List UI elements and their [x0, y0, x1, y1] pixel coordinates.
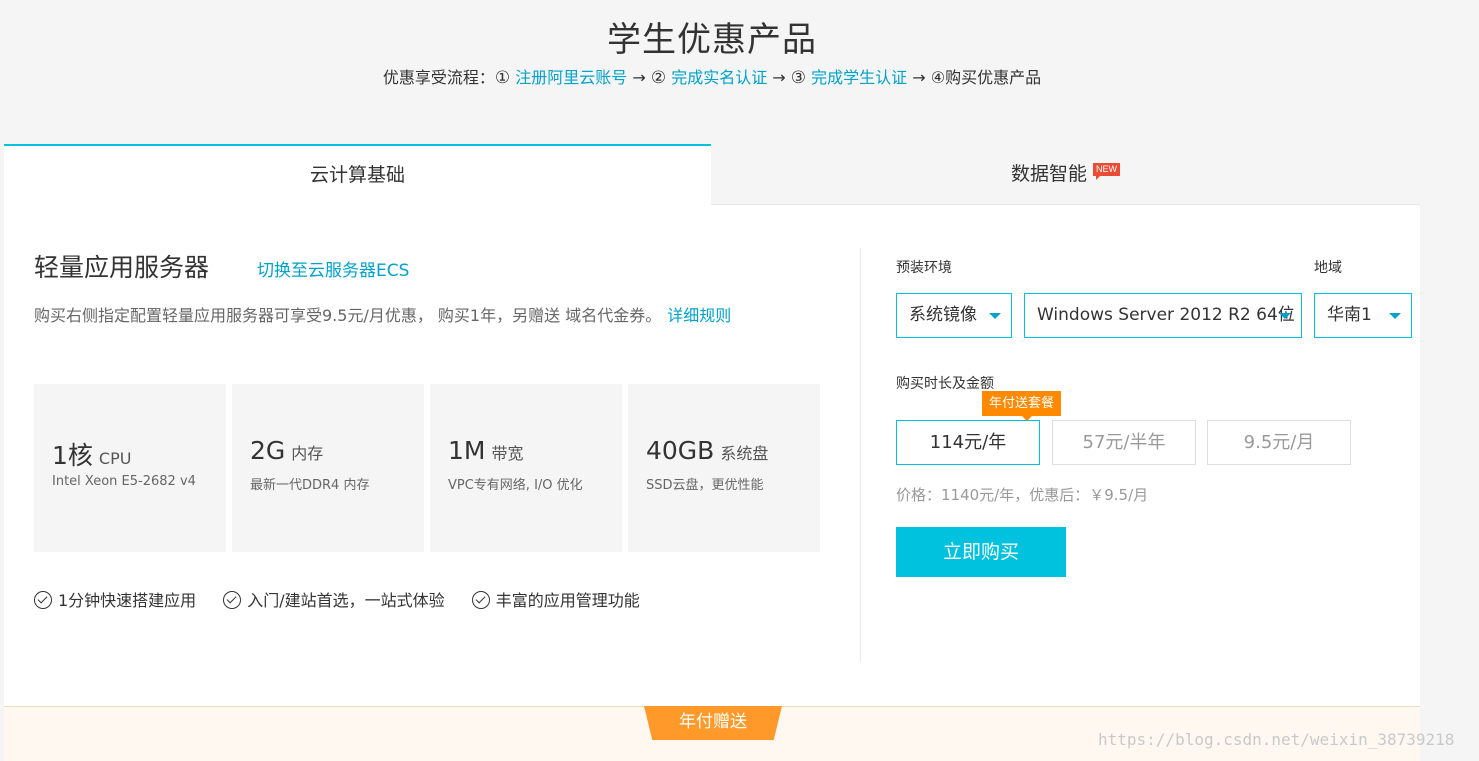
spec-value: 1M — [448, 436, 486, 465]
select-value: 系统镜像 — [909, 305, 977, 325]
tab-data-intelligence[interactable]: 数据智能 NEW — [711, 144, 1420, 205]
promotion-flow: 优惠享受流程：① 注册阿里云账号 → ② 完成实名认证 → ③ 完成学生认证 →… — [0, 64, 1424, 88]
caret-down-icon — [1389, 313, 1401, 319]
product-description: 购买右侧指定配置轻量应用服务器可享受9.5元/月优惠， 购买1年，另赠送 域名代… — [34, 302, 731, 326]
select-value: 华南1 — [1327, 305, 1372, 325]
caret-down-icon — [989, 313, 1001, 319]
region-label: 地域 — [1314, 260, 1342, 276]
annual-gift-ribbon: 年付赠送 — [644, 706, 782, 740]
flow-prefix: 优惠享受流程： — [382, 68, 495, 87]
rules-link[interactable]: 详细规则 — [667, 306, 731, 325]
flow-step3-link[interactable]: 完成学生认证 — [811, 68, 907, 87]
check-circle-icon — [471, 591, 490, 609]
spec-card-cpu: 1核 CPU Intel Xeon E5-2682 v4 — [34, 384, 226, 552]
feature-text: 1分钟快速搭建应用 — [58, 591, 197, 610]
option-monthly[interactable]: 9.5元/月 — [1207, 420, 1351, 465]
page: 学生优惠产品 优惠享受流程：① 注册阿里云账号 → ② 完成实名认证 → ③ 完… — [0, 0, 1479, 761]
spec-detail: VPC专有网络, I/O 优化 — [448, 478, 583, 493]
feature-item: 1分钟快速搭建应用 — [34, 587, 196, 611]
switch-to-ecs-link[interactable]: 切换至云服务器ECS — [257, 256, 409, 281]
flow-step4-text: ④购买优惠产品 — [930, 68, 1042, 87]
watermark: https://blog.csdn.net/weixin_38739218 — [1098, 730, 1455, 749]
feature-item: 丰富的应用管理功能 — [471, 587, 640, 611]
buy-now-button[interactable]: 立即购买 — [896, 527, 1066, 577]
region-select[interactable]: 华南1 — [1314, 293, 1412, 338]
spec-detail: SSD云盘，更优性能 — [646, 478, 764, 493]
os-select[interactable]: Windows Server 2012 R2 64位 — [1024, 293, 1302, 338]
vertical-divider — [860, 248, 861, 662]
page-title: 学生优惠产品 — [607, 20, 817, 60]
option-half-year[interactable]: 57元/半年 — [1052, 420, 1196, 465]
feature-item: 入门/建站首选，一站式体验 — [223, 587, 445, 611]
feature-text: 丰富的应用管理功能 — [495, 591, 640, 610]
duration-label: 购买时长及金额 — [896, 376, 994, 392]
spec-value: 40GB — [646, 436, 715, 465]
promo-badge: 年付送套餐 — [982, 391, 1062, 421]
env-type-select[interactable]: 系统镜像 — [896, 293, 1012, 338]
flow-step2-number: ② — [650, 68, 667, 88]
tab-bar: 云计算基础 数据智能 NEW — [4, 144, 1420, 205]
spec-unit: 内存 — [291, 444, 324, 463]
flow-arrow-icon: → — [912, 68, 926, 87]
description-text: 购买右侧指定配置轻量应用服务器可享受9.5元/月优惠， 购买1年，另赠送 域名代… — [34, 306, 662, 325]
spec-value: 2G — [250, 436, 286, 465]
tab-label: 云计算基础 — [309, 164, 405, 186]
spec-card-disk: 40GB 系统盘 SSD云盘，更优性能 — [628, 384, 820, 552]
spec-unit: 系统盘 — [720, 444, 769, 463]
price-summary: 价格：1140元/年，优惠后：￥9.5/月 — [896, 486, 1149, 504]
tab-cloud-computing[interactable]: 云计算基础 — [4, 144, 711, 205]
flow-step2-link[interactable]: 完成实名认证 — [671, 68, 767, 87]
caret-down-icon — [1279, 313, 1291, 319]
feature-text: 入门/建站首选，一站式体验 — [247, 591, 445, 610]
spec-detail: 最新一代DDR4 内存 — [250, 478, 370, 493]
env-label: 预装环境 — [896, 260, 952, 276]
select-value: Windows Server 2012 R2 64位 — [1037, 305, 1295, 325]
spec-card-bandwidth: 1M 带宽 VPC专有网络, I/O 优化 — [430, 384, 622, 552]
flow-step3-number: ③ — [790, 68, 807, 88]
spec-value: 1核 — [52, 441, 93, 470]
flow-arrow-icon: → — [632, 68, 646, 87]
check-circle-icon — [34, 591, 52, 609]
product-title: 轻量应用服务器 — [34, 253, 210, 282]
product-card: 云计算基础 数据智能 NEW 轻量应用服务器 切换至云服务器ECS 购买右侧指定配… — [4, 144, 1420, 761]
feature-list: 1分钟快速搭建应用 入门/建站首选，一站式体验 丰富的应用管理功能 — [34, 587, 662, 611]
flow-step1-number: ① — [494, 68, 511, 88]
flow-arrow-icon: → — [772, 68, 786, 87]
new-badge: NEW — [1093, 163, 1120, 180]
tab-label: 数据智能 — [1010, 163, 1087, 185]
flow-step1-link[interactable]: 注册阿里云账号 — [515, 68, 627, 87]
spec-card-memory: 2G 内存 最新一代DDR4 内存 — [232, 384, 424, 552]
check-circle-icon — [223, 591, 242, 609]
spec-detail: Intel Xeon E5-2682 v4 — [52, 474, 196, 489]
option-yearly[interactable]: 114元/年 — [896, 420, 1040, 465]
spec-unit: 带宽 — [491, 444, 524, 463]
spec-unit: CPU — [98, 449, 132, 468]
